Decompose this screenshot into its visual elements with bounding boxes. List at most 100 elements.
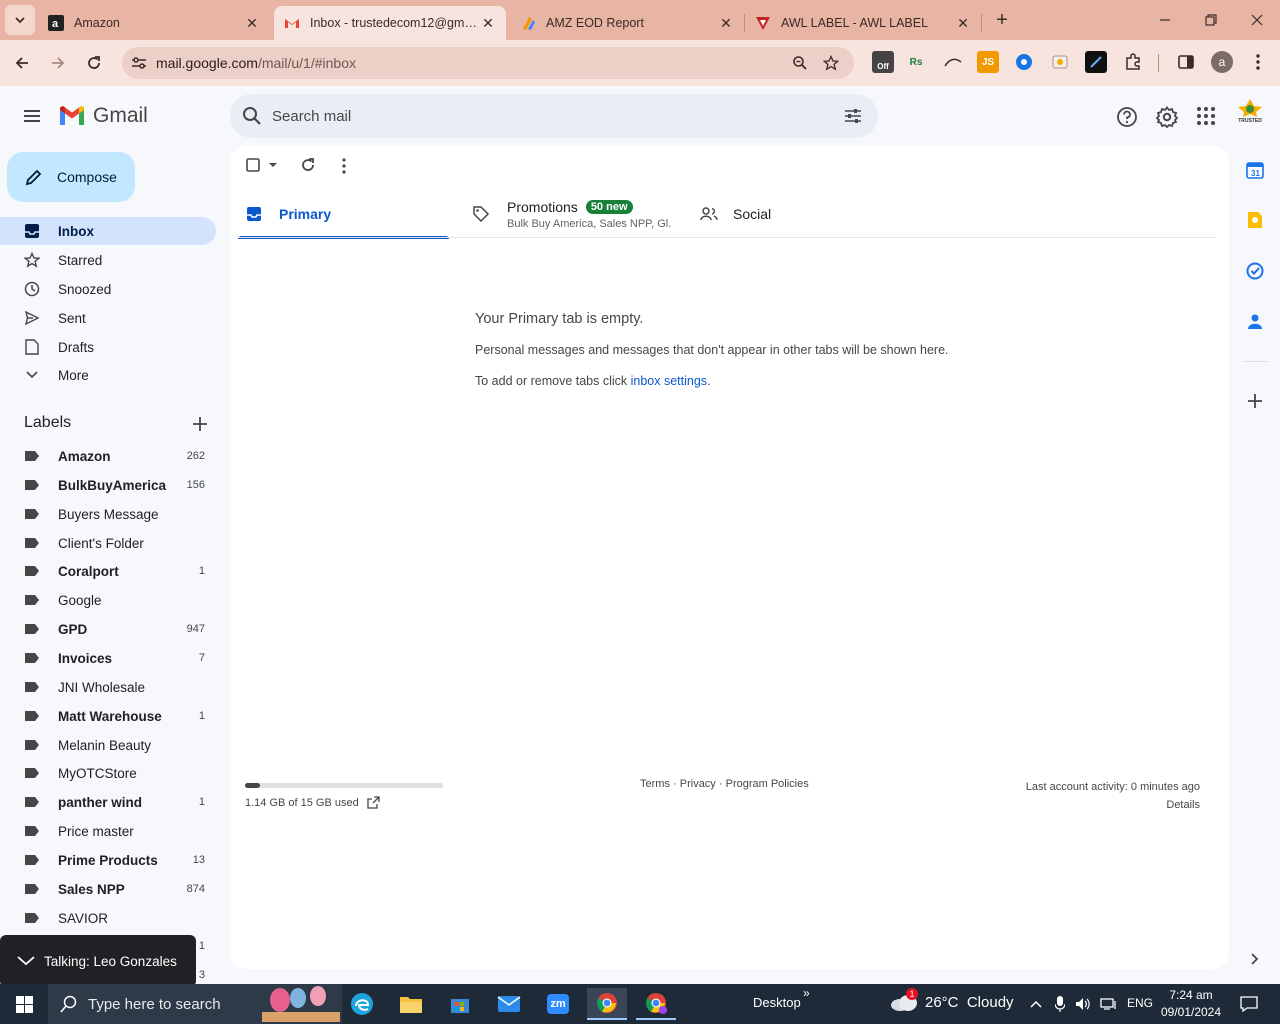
- nav-item-drafts[interactable]: Drafts: [0, 333, 216, 361]
- label-item[interactable]: Buyers Message: [0, 500, 216, 528]
- extension-off-icon[interactable]: Off: [872, 51, 894, 73]
- main-menu-icon[interactable]: [20, 104, 44, 128]
- mail-taskbar-icon[interactable]: [489, 988, 529, 1020]
- hide-side-panel-button[interactable]: [1243, 947, 1267, 971]
- label-item[interactable]: Google: [0, 586, 216, 614]
- search-input[interactable]: Search mail: [272, 108, 351, 125]
- reload-button[interactable]: [78, 47, 110, 79]
- label-item[interactable]: MyOTCStore: [0, 759, 216, 787]
- taskbar-search-box[interactable]: Type here to search: [48, 984, 342, 1024]
- label-item[interactable]: Invoices 7: [0, 644, 216, 672]
- label-item[interactable]: BulkBuyAmerica 156: [0, 471, 216, 499]
- zoom-icon[interactable]: [792, 55, 808, 71]
- file-explorer-taskbar-icon[interactable]: [391, 988, 431, 1020]
- label-item[interactable]: Melanin Beauty: [0, 731, 216, 759]
- label-item[interactable]: JNI Wholesale: [0, 673, 216, 701]
- bookmark-star-icon[interactable]: [823, 55, 839, 71]
- new-tab-button[interactable]: +: [988, 6, 1016, 34]
- zoom-taskbar-icon[interactable]: zm: [538, 988, 578, 1020]
- label-item[interactable]: Amazon 262: [0, 442, 216, 470]
- site-info-icon[interactable]: [122, 56, 156, 70]
- search-icon[interactable]: [242, 106, 262, 126]
- browser-tab-amz-eod-report[interactable]: AMZ EOD Report ✕: [510, 6, 744, 40]
- chevron-down-icon[interactable]: [17, 956, 35, 966]
- compose-button[interactable]: Compose: [7, 152, 135, 202]
- windows-start-icon[interactable]: [4, 988, 44, 1020]
- browser-tab-amazon[interactable]: a Amazon ✕: [38, 6, 270, 40]
- label-item[interactable]: SAVIOR: [0, 904, 216, 932]
- nav-item-more[interactable]: More: [0, 361, 216, 389]
- browser-tab-gmail[interactable]: Inbox - trustedecom12@gmail.com ✕: [274, 6, 506, 40]
- support-icon[interactable]: [1116, 106, 1138, 128]
- extension-js-icon[interactable]: JS: [977, 51, 999, 73]
- terms-link[interactable]: Terms: [640, 778, 670, 790]
- extension-keepa-icon[interactable]: [1013, 51, 1035, 73]
- toolbar-overflow-chevron[interactable]: »: [803, 986, 810, 1000]
- tab-search-button[interactable]: [5, 5, 35, 35]
- label-item[interactable]: GPD 947: [0, 615, 216, 643]
- open-external-icon[interactable]: [367, 796, 380, 809]
- nav-item-sent[interactable]: Sent: [0, 304, 216, 332]
- desktop-toolbar-label[interactable]: Desktop: [753, 995, 801, 1010]
- program-policies-link[interactable]: Program Policies: [726, 778, 809, 790]
- label-item[interactable]: Client's Folder: [0, 529, 216, 557]
- refresh-button[interactable]: [300, 157, 316, 173]
- notification-center-icon[interactable]: [1229, 988, 1269, 1020]
- search-options-icon[interactable]: [844, 108, 862, 124]
- close-window-button[interactable]: [1234, 0, 1280, 40]
- tab-promotions[interactable]: Promotions 50 new Bulk Buy America, Sale…: [470, 190, 680, 238]
- tasks-app-icon[interactable]: [1243, 259, 1267, 283]
- close-tab-icon[interactable]: ✕: [718, 15, 734, 31]
- search-bar[interactable]: Search mail: [230, 94, 878, 138]
- extensions-puzzle-icon[interactable]: [1122, 51, 1144, 73]
- nav-item-starred[interactable]: Starred: [0, 246, 216, 274]
- chrome-taskbar-icon[interactable]: [587, 988, 627, 1020]
- nav-item-inbox[interactable]: Inbox: [0, 217, 216, 245]
- extension-rs-icon[interactable]: Rs: [905, 51, 927, 73]
- label-item[interactable]: panther wind 1: [0, 788, 216, 816]
- chrome-menu-icon[interactable]: [1247, 51, 1269, 73]
- show-hidden-icons-button[interactable]: [1026, 988, 1046, 1020]
- weather-widget[interactable]: 1 26°C Cloudy: [890, 988, 1014, 1012]
- address-bar[interactable]: mail.google.com/mail/u/1/#inbox: [122, 47, 854, 79]
- tab-social[interactable]: Social: [700, 190, 910, 238]
- gmail-logo[interactable]: Gmail: [58, 104, 148, 128]
- calendar-app-icon[interactable]: 31: [1243, 158, 1267, 182]
- microsoft-store-taskbar-icon[interactable]: [440, 988, 480, 1020]
- restore-button[interactable]: [1188, 0, 1234, 40]
- create-label-button[interactable]: [191, 415, 209, 433]
- minimize-button[interactable]: [1142, 0, 1188, 40]
- clock[interactable]: 7:24 am 09/01/2024: [1160, 987, 1222, 1021]
- network-icon[interactable]: [1098, 988, 1120, 1020]
- extension-sitestripe-icon[interactable]: [942, 51, 964, 73]
- more-actions-button[interactable]: [342, 158, 346, 174]
- nav-item-snoozed[interactable]: Snoozed: [0, 275, 216, 303]
- talking-indicator[interactable]: Talking: Leo Gonzales: [0, 935, 196, 987]
- close-tab-icon[interactable]: ✕: [955, 15, 971, 31]
- account-avatar[interactable]: TRUSTED: [1234, 98, 1266, 132]
- label-item[interactable]: Sales NPP 874: [0, 875, 216, 903]
- edge-taskbar-icon[interactable]: [342, 988, 382, 1020]
- label-item[interactable]: Coralport 1: [0, 557, 216, 585]
- forward-button[interactable]: [42, 47, 74, 79]
- inbox-settings-link[interactable]: inbox settings: [631, 374, 707, 388]
- google-apps-icon[interactable]: [1196, 106, 1216, 126]
- label-item[interactable]: Matt Warehouse 1: [0, 702, 216, 730]
- side-panel-icon[interactable]: [1175, 51, 1197, 73]
- profile-avatar[interactable]: a: [1211, 51, 1233, 73]
- label-item[interactable]: Prime Products 13: [0, 846, 216, 874]
- tab-primary[interactable]: Primary: [238, 190, 449, 239]
- browser-tab-awl-label[interactable]: AWL LABEL - AWL LABEL ✕: [745, 6, 981, 40]
- microphone-icon[interactable]: [1050, 988, 1070, 1020]
- select-all-checkbox[interactable]: [246, 158, 278, 172]
- get-addons-button[interactable]: [1243, 389, 1267, 413]
- settings-gear-icon[interactable]: [1155, 105, 1179, 129]
- extension-scanner-icon[interactable]: [1049, 51, 1071, 73]
- back-button[interactable]: [6, 47, 38, 79]
- label-item[interactable]: Price master: [0, 817, 216, 845]
- keep-app-icon[interactable]: [1243, 208, 1267, 232]
- privacy-link[interactable]: Privacy: [680, 778, 716, 790]
- close-tab-icon[interactable]: ✕: [244, 15, 260, 31]
- close-tab-icon[interactable]: ✕: [480, 15, 496, 31]
- details-link[interactable]: Details: [1026, 796, 1200, 814]
